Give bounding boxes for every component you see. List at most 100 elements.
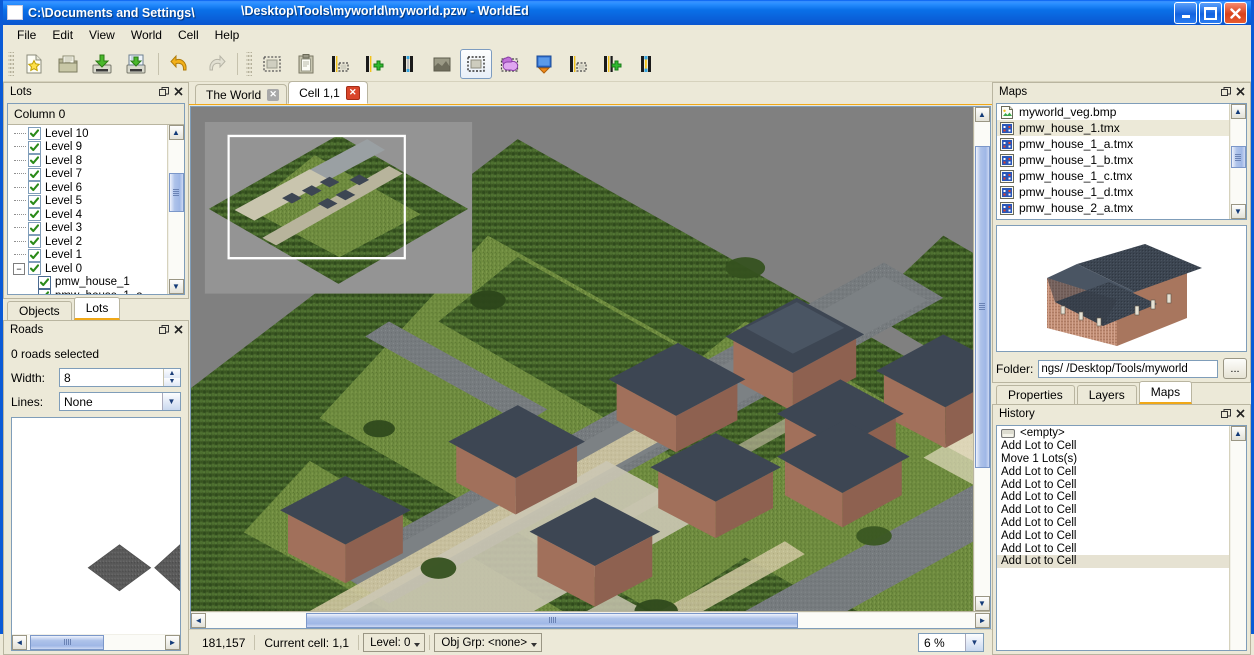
save-as-button[interactable] (120, 49, 152, 79)
map-preview-pane[interactable] (996, 225, 1247, 352)
close-icon[interactable] (1233, 85, 1247, 99)
level-checkbox[interactable] (28, 194, 41, 208)
history-item[interactable]: Add Lot to Cell (997, 542, 1229, 555)
menu-cell[interactable]: Cell (170, 26, 207, 44)
tree-item-lot[interactable]: pmw_house_1 (8, 275, 167, 290)
menu-view[interactable]: View (81, 26, 123, 44)
select-move-lots-button[interactable] (460, 48, 492, 79)
maps-list-scrollbar[interactable]: ▲ ▼ (1229, 104, 1246, 219)
map-viewport[interactable] (191, 107, 973, 611)
toolbar-grip-icon[interactable] (8, 51, 14, 76)
scroll-thumb[interactable] (168, 173, 184, 213)
viewport-horizontal-scrollbar[interactable]: ◄ ► (191, 611, 990, 628)
lot-checkbox[interactable] (38, 289, 51, 294)
level-checkbox[interactable] (28, 167, 41, 181)
close-icon[interactable] (171, 323, 185, 337)
tree-item-level[interactable]: Level 4 (8, 208, 167, 222)
lots-tree-items[interactable]: Level 10 Level 9 Level 8 Level 7 Level 6 Leve… (8, 125, 167, 294)
tree-item-level[interactable]: Level 9 (8, 140, 167, 155)
spin-down-icon[interactable]: ▼ (164, 377, 180, 386)
scroll-right-icon[interactable]: ► (975, 612, 990, 628)
scroll-up-icon[interactable]: ▲ (1230, 104, 1246, 119)
tree-item-level[interactable]: Level 3 (8, 221, 167, 236)
history-item[interactable]: Add Lot to Cell (997, 504, 1229, 517)
close-button[interactable] (1224, 2, 1247, 24)
scroll-right-icon[interactable]: ► (165, 634, 180, 650)
tab-lots[interactable]: Lots (73, 297, 121, 320)
level-checkbox[interactable] (28, 140, 41, 154)
select-roads-button[interactable] (562, 49, 594, 79)
level-checkbox[interactable] (28, 221, 41, 235)
scroll-left-icon[interactable]: ◄ (12, 634, 27, 650)
scroll-thumb[interactable] (974, 145, 990, 468)
browse-folder-button[interactable]: ... (1223, 358, 1247, 379)
level-checkbox[interactable] (28, 127, 41, 141)
menu-edit[interactable]: Edit (44, 26, 81, 44)
save-button[interactable] (86, 49, 118, 79)
scroll-thumb[interactable] (1230, 146, 1246, 169)
scroll-track[interactable] (168, 140, 184, 279)
history-item[interactable]: Add Lot to Cell (997, 465, 1229, 478)
scroll-down-icon[interactable]: ▼ (974, 596, 990, 611)
chevron-down-icon[interactable]: ▼ (965, 634, 983, 651)
collapse-icon[interactable]: − (13, 262, 25, 275)
lot-checkbox[interactable] (38, 275, 51, 289)
folder-path-input[interactable]: ngs/ /Desktop/Tools/myworld (1038, 359, 1218, 378)
lots-tree-scrollbar[interactable]: ▲ ▼ (167, 125, 184, 294)
minimize-button[interactable] (1174, 2, 1197, 24)
clear-cell-button[interactable] (324, 49, 356, 79)
menu-file[interactable]: File (9, 26, 44, 44)
lots-tree[interactable]: Column 0 Level 10 Level 9 Level 8 Level 7 Le… (7, 103, 185, 295)
scroll-down-icon[interactable]: ▼ (1230, 204, 1246, 219)
history-item[interactable]: Add Lot to Cell (997, 517, 1229, 530)
scroll-left-icon[interactable]: ◄ (191, 612, 206, 628)
zoom-level-select[interactable]: 6 % ▼ (918, 633, 984, 652)
tree-item-level[interactable]: Level 2 (8, 235, 167, 249)
road-preview-canvas[interactable] (12, 418, 180, 634)
tab-maps[interactable]: Maps (1138, 381, 1193, 404)
map-file-item[interactable]: pmw_house_1_b.tmx (997, 152, 1229, 168)
open-folder-button[interactable] (52, 49, 84, 79)
history-item[interactable]: Move 1 Lots(s) (997, 453, 1229, 466)
tree-item-level[interactable]: Level 7 (8, 167, 167, 182)
float-icon[interactable] (1219, 407, 1233, 421)
road-width-stepper[interactable]: ▲ ▼ (59, 368, 181, 387)
create-road-button[interactable] (596, 49, 628, 79)
generate-terrain-button[interactable] (426, 49, 458, 79)
road-width-input[interactable] (60, 369, 163, 386)
history-item[interactable]: Add Lot to Cell (997, 554, 1229, 568)
level-checkbox[interactable] (28, 262, 41, 276)
tree-item-level[interactable]: Level 5 (8, 194, 167, 209)
tab-objects[interactable]: Objects (7, 301, 72, 320)
float-icon[interactable] (157, 85, 171, 99)
scroll-up-icon[interactable]: ▲ (974, 107, 990, 122)
maximize-button[interactable] (1199, 2, 1222, 24)
copy-cells-button[interactable] (256, 49, 288, 79)
paste-cells-button[interactable] (290, 49, 322, 79)
close-icon[interactable]: ✕ (267, 88, 280, 101)
scroll-down-icon[interactable]: ▼ (168, 279, 184, 294)
edit-road-button[interactable] (630, 49, 662, 79)
scroll-track[interactable] (1230, 441, 1246, 650)
redo-button[interactable] (199, 49, 231, 79)
map-file-item[interactable]: pmw_house_1_c.tmx (997, 168, 1229, 184)
level-checkbox[interactable] (28, 208, 41, 222)
level-checkbox[interactable] (28, 235, 41, 249)
close-icon[interactable]: ✕ (345, 85, 360, 100)
history-item[interactable]: Add Lot to Cell (997, 491, 1229, 504)
tab-layers[interactable]: Layers (1076, 385, 1137, 404)
history-item[interactable]: Add Lot to Cell (997, 529, 1229, 542)
chevron-down-icon[interactable]: ▼ (162, 393, 180, 410)
tree-item-level[interactable]: Level 8 (8, 154, 167, 168)
new-document-button[interactable] (18, 49, 50, 79)
maps-file-list[interactable]: myworld_veg.bmp pmw_house_1.tmx pmw_house_… (996, 103, 1247, 220)
level-checkbox[interactable] (28, 154, 41, 168)
hscroll-track[interactable] (206, 612, 975, 628)
scroll-track[interactable] (974, 122, 990, 596)
world-view-button[interactable] (528, 49, 560, 79)
toolbar-grip-icon-2[interactable] (246, 51, 252, 76)
edit-lot-button[interactable] (494, 49, 526, 79)
spin-up-icon[interactable]: ▲ (164, 369, 180, 378)
object-group-dropdown-button[interactable]: Obj Grp: <none> (434, 633, 543, 652)
doctab-the-world[interactable]: The World ✕ (195, 84, 288, 104)
